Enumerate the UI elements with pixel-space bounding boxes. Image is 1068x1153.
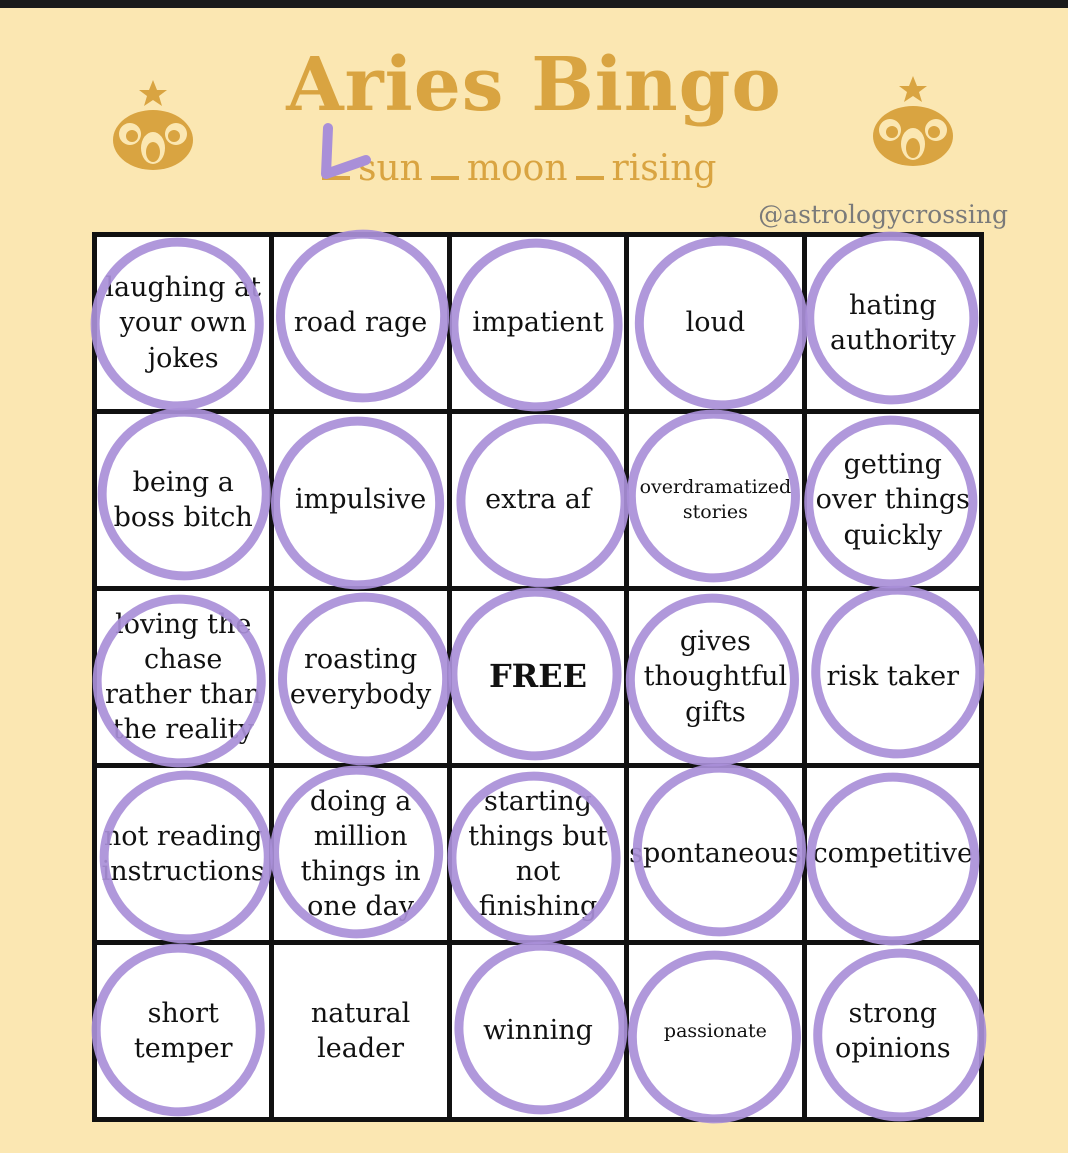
bingo-cell[interactable]: spontaneous xyxy=(629,768,802,940)
free-cell[interactable]: FREE xyxy=(451,591,625,763)
bingo-cell[interactable]: laughing at your own jokes xyxy=(97,237,270,409)
bingo-cell[interactable]: overdramatized stories xyxy=(629,414,802,586)
option-sun: sun xyxy=(358,148,423,189)
bingo-cell[interactable]: extra af xyxy=(451,414,625,586)
bingo-cell[interactable]: competitive xyxy=(806,768,979,940)
sun-checkbox[interactable] xyxy=(322,152,350,180)
rising-checkbox[interactable] xyxy=(575,152,604,180)
bingo-cell[interactable]: loud xyxy=(629,237,802,409)
placement-options: sun moon rising xyxy=(322,148,716,198)
bingo-cell[interactable]: risk taker xyxy=(806,591,979,763)
option-rising: rising xyxy=(611,148,717,189)
bingo-cell[interactable]: strong opinions xyxy=(806,945,979,1117)
bingo-cell[interactable]: not reading instructions xyxy=(97,768,270,940)
bingo-cell[interactable]: roasting everybody xyxy=(274,591,447,763)
bingo-grid: laughing at your own jokes road rage imp… xyxy=(92,232,984,1122)
bingo-cell[interactable]: gives thoughtful gifts xyxy=(629,591,802,763)
bingo-cell[interactable]: natural leader xyxy=(274,945,447,1117)
bingo-cell[interactable]: hating authority xyxy=(806,237,979,409)
bingo-cell[interactable]: short temper xyxy=(97,945,270,1117)
bingo-cell[interactable]: passionate xyxy=(629,945,802,1117)
bingo-cell[interactable]: loving the chase rather than the reality xyxy=(97,591,270,763)
page-title: Aries Bingo xyxy=(286,42,782,128)
bingo-cell[interactable]: getting over things quickly xyxy=(806,414,979,586)
bingo-cell[interactable]: starting things but not finishing xyxy=(451,768,625,940)
top-bar xyxy=(0,0,1068,8)
author-handle: @astrologycrossing xyxy=(758,200,1008,229)
moon-checkbox[interactable] xyxy=(430,152,459,180)
bingo-cell[interactable]: impulsive xyxy=(274,414,447,586)
bingo-cell[interactable]: winning xyxy=(451,945,625,1117)
bingo-cell[interactable]: road rage xyxy=(274,237,447,409)
bingo-cell[interactable]: doing a million things in one day xyxy=(274,768,447,940)
option-moon: moon xyxy=(466,148,568,189)
bingo-cell[interactable]: being a boss bitch xyxy=(97,414,270,586)
bingo-cell[interactable]: impatient xyxy=(451,237,625,409)
